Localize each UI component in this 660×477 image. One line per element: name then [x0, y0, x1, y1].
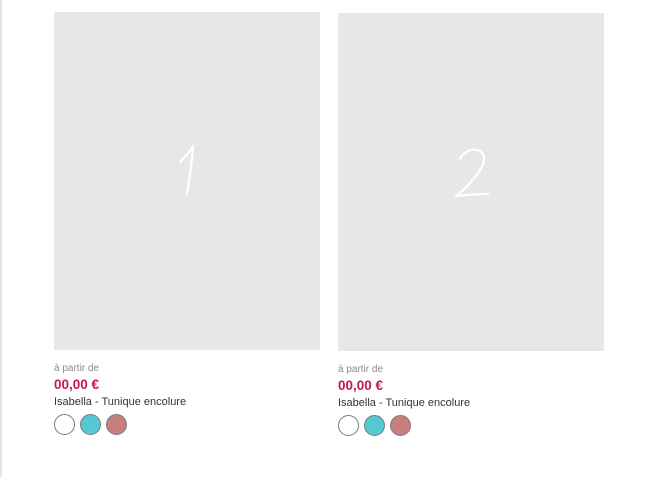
product-card-2: à partir de 00,00 € Isabella - Tunique e… — [338, 13, 604, 436]
color-swatch-turquoise[interactable] — [364, 415, 385, 436]
price-prefix: à partir de — [338, 364, 384, 375]
product-name[interactable]: Isabella - Tunique encolure — [54, 395, 320, 409]
product-name[interactable]: Isabella - Tunique encolure — [338, 396, 604, 410]
color-swatch-white[interactable] — [338, 415, 359, 436]
product-price: 00,00 € — [54, 377, 100, 392]
product-card-1: à partir de 00,00 € Isabella - Tunique e… — [54, 12, 320, 435]
product-image-placeholder-2[interactable] — [338, 13, 604, 351]
placeholder-number-1-graphic — [178, 143, 195, 196]
price-prefix: à partir de — [54, 363, 100, 374]
color-swatches — [338, 415, 604, 436]
placeholder-number-2-graphic — [454, 148, 490, 198]
product-image-placeholder-1[interactable] — [54, 12, 320, 350]
product-grid-page: à partir de 00,00 € Isabella - Tunique e… — [0, 0, 660, 477]
product-price: 00,00 € — [338, 378, 384, 393]
color-swatch-rose[interactable] — [390, 415, 411, 436]
color-swatch-white[interactable] — [54, 414, 75, 435]
color-swatches — [54, 414, 320, 435]
left-divider — [0, 0, 2, 477]
color-swatch-rose[interactable] — [106, 414, 127, 435]
color-swatch-turquoise[interactable] — [80, 414, 101, 435]
